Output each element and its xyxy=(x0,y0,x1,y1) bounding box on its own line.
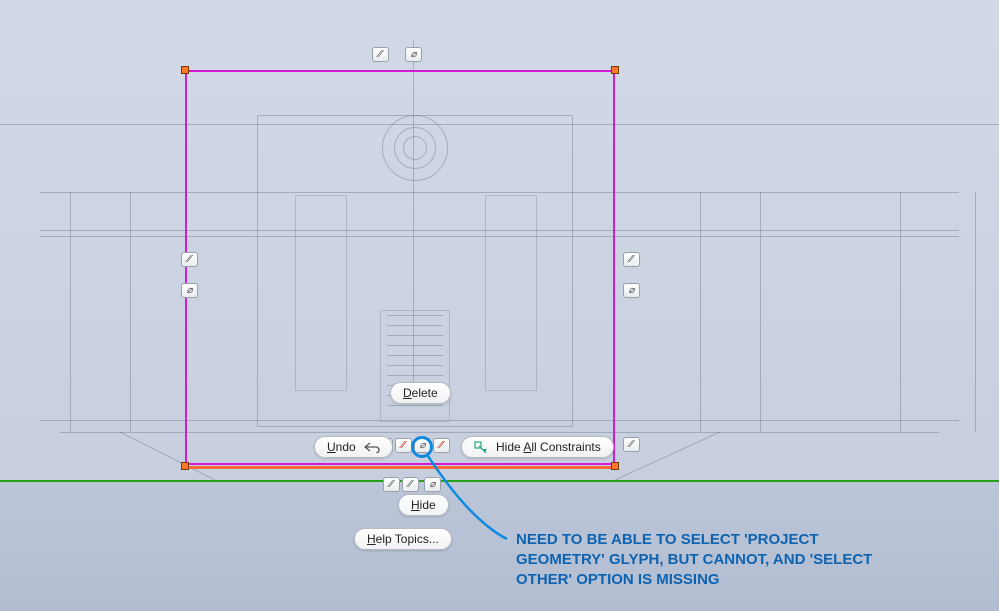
coincident-constraint-icon[interactable]: ⁄⁄ xyxy=(433,438,450,453)
pill-label-rest: ndo xyxy=(336,440,356,454)
sketch-bottom-edge-highlighted[interactable] xyxy=(185,466,615,469)
project-geometry-constraint-icon[interactable]: ⌀ xyxy=(623,283,640,298)
coincident-constraint-icon[interactable]: ⁄⁄ xyxy=(402,477,419,492)
pill-label-rest: elete xyxy=(412,386,438,400)
wireframe-line xyxy=(130,192,131,432)
vertex-grip[interactable] xyxy=(611,66,619,74)
vertex-grip[interactable] xyxy=(611,462,619,470)
help-topics-button[interactable]: Help Topics... xyxy=(354,528,452,550)
pill-label-rest: ll Constraints xyxy=(531,440,600,454)
wireframe-line xyxy=(70,192,71,432)
coincident-constraint-icon[interactable]: ⁄⁄ xyxy=(181,252,198,267)
wireframe-line xyxy=(975,192,976,432)
delete-button[interactable]: Delete xyxy=(390,382,451,404)
pill-label-rest: ide xyxy=(420,498,436,512)
pill-label-pre: Hide xyxy=(496,440,523,454)
undo-arrow-icon xyxy=(364,441,380,453)
mnemonic: H xyxy=(411,498,420,512)
project-geometry-constraint-icon[interactable]: ⌀ xyxy=(405,47,422,62)
hide-constraints-icon xyxy=(474,441,488,453)
annotation-callout-circle xyxy=(411,436,433,458)
pill-label-rest: elp Topics... xyxy=(376,532,439,546)
wireframe-line xyxy=(900,192,901,432)
coincident-constraint-icon[interactable]: ⁄⁄ xyxy=(395,438,412,453)
coincident-constraint-icon[interactable]: ⁄⁄ xyxy=(372,47,389,62)
sketch-profile-rectangle[interactable] xyxy=(185,70,615,465)
project-geometry-constraint-icon[interactable]: ⌀ xyxy=(424,477,441,492)
hide-all-constraints-button[interactable]: Hide All Constraints xyxy=(461,436,614,458)
hide-button[interactable]: Hide xyxy=(398,494,449,516)
mnemonic: H xyxy=(367,532,376,546)
coincident-constraint-icon[interactable]: ⁄⁄ xyxy=(623,437,640,452)
coincident-constraint-icon[interactable]: ⁄⁄ xyxy=(623,252,640,267)
user-annotation-text: NEED TO BE ABLE TO SELECT 'PROJECT GEOME… xyxy=(516,530,886,590)
mnemonic: U xyxy=(327,440,336,454)
ground-axis-line xyxy=(0,480,999,482)
vertex-grip[interactable] xyxy=(181,66,189,74)
coincident-constraint-icon[interactable]: ⁄⁄ xyxy=(383,477,400,492)
wireframe-line xyxy=(700,192,701,432)
undo-button[interactable]: Undo xyxy=(314,436,393,458)
vertex-grip[interactable] xyxy=(181,462,189,470)
wireframe-line xyxy=(760,192,761,432)
project-geometry-constraint-icon[interactable]: ⌀ xyxy=(181,283,198,298)
mnemonic: D xyxy=(403,386,412,400)
